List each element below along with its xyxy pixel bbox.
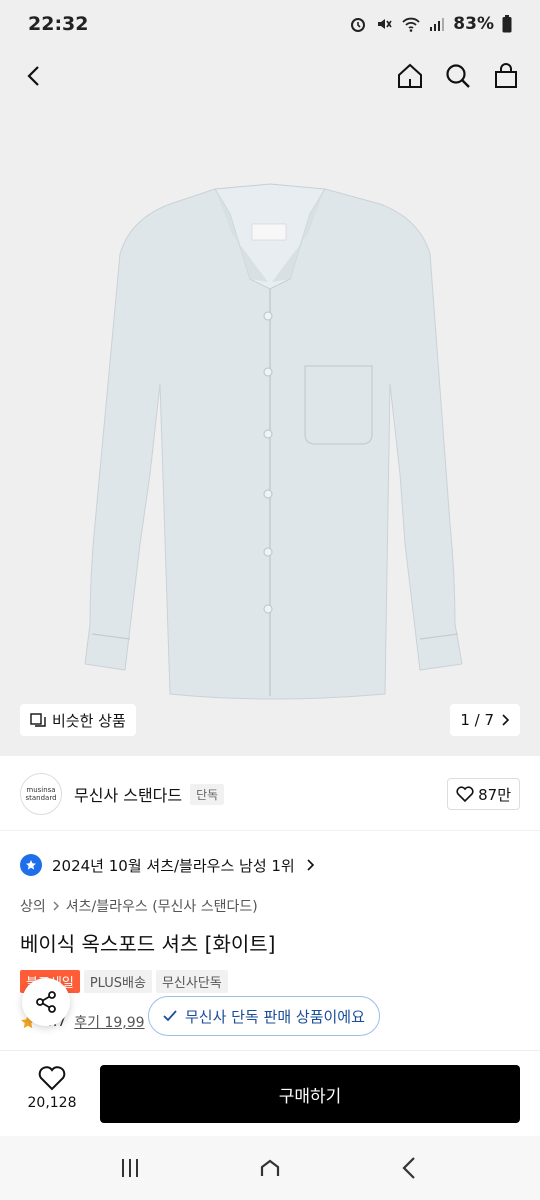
- signal-icon: [430, 18, 445, 31]
- buy-button[interactable]: 구매하기: [100, 1065, 520, 1123]
- chevron-right-icon: [307, 859, 314, 871]
- status-time: 22:32: [28, 13, 89, 35]
- recent-apps-icon: [122, 1159, 138, 1177]
- brand-like-count: 87만: [478, 785, 511, 804]
- top-nav: [0, 48, 540, 104]
- exclusive-tag: 무신사단독: [155, 970, 228, 993]
- chevron-left-icon: [27, 66, 39, 86]
- brand-name-link[interactable]: 무신사 스탠다드: [74, 782, 182, 806]
- chevron-right-icon: [502, 714, 510, 726]
- heart-icon: [38, 1066, 66, 1091]
- share-icon: [36, 991, 56, 1013]
- wishlist-count: 20,128: [27, 1095, 77, 1111]
- breadcrumb-category[interactable]: 상의: [20, 896, 46, 916]
- similar-products-button[interactable]: 비슷한 상품: [20, 704, 136, 736]
- home-icon: [398, 63, 422, 88]
- heart-icon: [456, 786, 474, 802]
- page-counter-text: 1 / 7: [460, 711, 494, 729]
- brand-logo-text: musinsa standard: [25, 786, 57, 802]
- battery-icon: [502, 15, 512, 33]
- ranking-link[interactable]: 2024년 10월 셔츠/블라우스 남성 1위: [20, 850, 315, 880]
- brand-row: musinsa standard 무신사 스탠다드 단독 87만: [20, 772, 520, 816]
- ranking-text: 2024년 10월 셔츠/블라우스 남성 1위: [52, 856, 295, 875]
- battery-percent: 83%: [453, 14, 494, 34]
- nav-actions: [396, 62, 520, 90]
- share-button[interactable]: [22, 978, 70, 1026]
- mute-icon: [378, 19, 392, 29]
- system-home-button[interactable]: [256, 1154, 284, 1182]
- shirt-image: [84, 183, 463, 700]
- breadcrumb-subcategory[interactable]: 셔츠/블라우스 (무신사 스탠다드): [66, 896, 258, 916]
- toast-text: 무신사 단독 판매 상품이에요: [185, 1007, 365, 1026]
- product-title: 베이식 옥스포드 셔츠 [화이트]: [20, 932, 276, 956]
- exclusive-badge: 단독: [190, 783, 225, 805]
- review-link[interactable]: 후기 19,99: [74, 1012, 144, 1032]
- chevron-right-icon: [53, 901, 59, 911]
- product-image-carousel[interactable]: 비슷한 상품 1 / 7: [0, 104, 540, 756]
- purchase-bar: 20,128 구매하기: [0, 1050, 540, 1136]
- brand-logo[interactable]: musinsa standard: [20, 773, 62, 815]
- image-page-counter[interactable]: 1 / 7: [450, 704, 520, 736]
- rank-badge-icon: [20, 854, 42, 876]
- plus-delivery-tag: PLUS배송: [83, 970, 152, 993]
- brand-like-button[interactable]: 87만: [447, 778, 520, 810]
- similar-products-label: 비슷한 상품: [52, 711, 126, 730]
- similar-items-icon: [30, 713, 46, 727]
- section-divider: [0, 830, 540, 831]
- system-nav-bar: [0, 1136, 540, 1200]
- breadcrumb: 상의 셔츠/블라우스 (무신사 스탠다드): [20, 894, 258, 918]
- status-bar: 22:32 83%: [0, 0, 540, 48]
- back-nav-icon: [402, 1157, 415, 1179]
- cart-button[interactable]: [492, 62, 520, 90]
- system-back-button[interactable]: [396, 1154, 424, 1182]
- home-button[interactable]: [396, 62, 424, 90]
- status-icons: 83%: [349, 14, 512, 34]
- alarm-icon: [351, 18, 366, 32]
- shopping-bag-icon: [495, 63, 517, 88]
- exclusive-toast: 무신사 단독 판매 상품이에요: [148, 996, 380, 1036]
- recent-apps-button[interactable]: [116, 1154, 144, 1182]
- wifi-icon: [402, 17, 420, 32]
- wishlist-button[interactable]: 20,128: [22, 1065, 82, 1111]
- search-button[interactable]: [444, 62, 472, 90]
- back-button[interactable]: [20, 62, 48, 90]
- home-nav-icon: [260, 1159, 280, 1176]
- search-icon: [446, 64, 470, 88]
- check-icon: [163, 1010, 177, 1022]
